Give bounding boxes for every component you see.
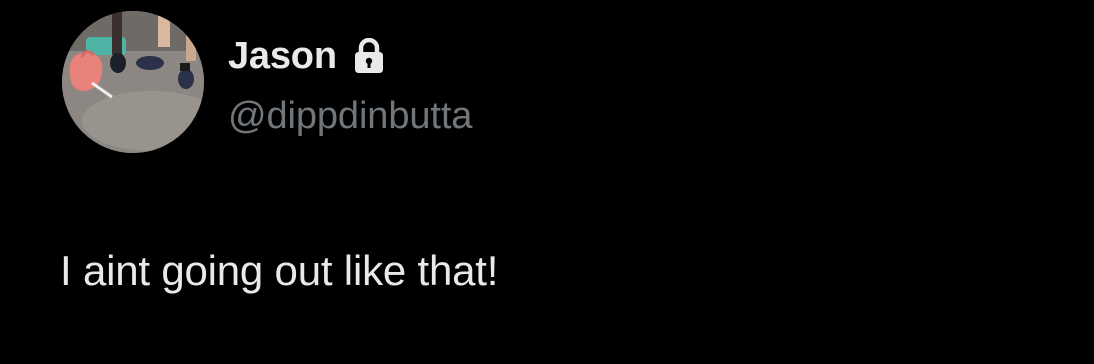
display-name[interactable]: Jason (228, 32, 337, 80)
avatar-photo (62, 11, 204, 153)
avatar[interactable] (62, 11, 204, 153)
author-handle[interactable]: @dippdinbutta (228, 92, 472, 140)
author-name-row: Jason (228, 32, 385, 80)
tweet-text: I aint going out like that! (60, 247, 499, 294)
lock-icon (353, 37, 385, 74)
tweet: Jason @dippdinbutta I aint going out lik… (0, 0, 1094, 364)
